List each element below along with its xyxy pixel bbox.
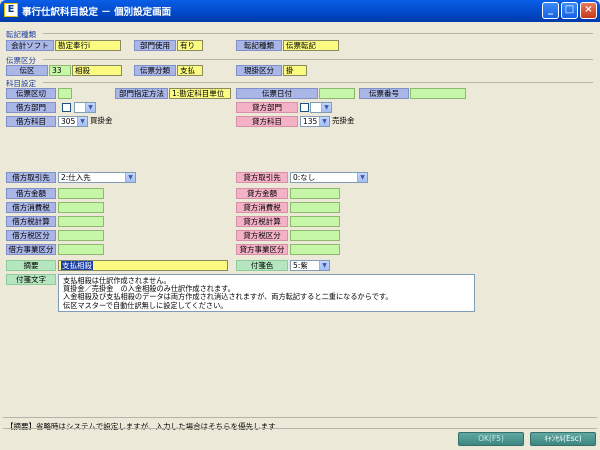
kari-jigyo-input[interactable] <box>58 244 104 255</box>
kari-bumon-checkbox[interactable] <box>62 103 71 112</box>
chevron-down-icon: ▼ <box>321 103 331 112</box>
kashi-zeikubun-label: 貸方税区分 <box>236 230 288 241</box>
kari-bumon-label: 借方部門 <box>6 102 56 113</box>
chevron-down-icon: ▼ <box>125 173 135 182</box>
status-message: 【摘要】省略時はシステムで設定しますが、入力した場合はそちらを優先します <box>6 422 276 431</box>
kari-kamoku-label: 借方科目 <box>6 116 56 127</box>
chevron-down-icon: ▼ <box>319 261 329 270</box>
kashi-zeikeisan-input[interactable] <box>290 216 340 227</box>
kashi-shohizei-input[interactable] <box>290 202 340 213</box>
kari-kamoku-select[interactable]: 305 ▼ <box>58 116 88 127</box>
kaikei-label: 会計ソフト <box>6 40 54 51</box>
shitei-value: 1:勘定科目単位 <box>169 88 231 99</box>
genkake-label: 現掛区分 <box>236 65 282 76</box>
kashi-kamoku-select[interactable]: 135 ▼ <box>300 116 330 127</box>
app-icon: E <box>4 3 18 17</box>
denku-code[interactable]: 33 <box>49 65 71 76</box>
bango-input[interactable] <box>410 88 466 99</box>
kari-torihiki-select[interactable]: 2:仕入先 ▼ <box>58 172 136 183</box>
memo-line: 伝区マスターで自動仕訳無しに設定してください。 <box>63 300 228 310</box>
kari-torihiki-label: 借方取引先 <box>6 172 56 183</box>
bango-label: 伝票番号 <box>359 88 409 99</box>
chevron-down-icon: ▼ <box>319 117 329 126</box>
fusen-label: 付箋色 <box>236 260 288 271</box>
status-divider <box>3 417 597 418</box>
kashi-kingaku-label: 貸方金額 <box>236 188 288 199</box>
kari-shohizei-input[interactable] <box>58 202 104 213</box>
client-area: 転記種類 会計ソフト 勘定奉行i 部門使用 有り 転記種類 伝票転記 伝票区分 … <box>3 22 597 447</box>
kugiri-input[interactable] <box>58 88 72 99</box>
kari-zeikubun-label: 借方税区分 <box>6 230 56 241</box>
kari-zeikeisan-label: 借方税計算 <box>6 216 56 227</box>
divider <box>3 428 597 429</box>
bunrui-label: 伝票分類 <box>134 65 176 76</box>
kashi-torihiki-select[interactable]: 0:なし ▼ <box>290 172 368 183</box>
divider <box>43 59 593 60</box>
tenki-label: 転記種類 <box>236 40 282 51</box>
kari-jigyo-label: 借方事業区分 <box>6 244 56 255</box>
divider <box>43 33 593 34</box>
denku-label: 伝区 <box>6 65 48 76</box>
close-button[interactable]: × <box>580 2 597 19</box>
fusen-select[interactable]: 5:紫 ▼ <box>290 260 330 271</box>
kari-kingaku-label: 借方金額 <box>6 188 56 199</box>
kashi-shohizei-label: 貸方消費税 <box>236 202 288 213</box>
kari-kingaku-input[interactable] <box>58 188 104 199</box>
chevron-down-icon: ▼ <box>357 173 367 182</box>
window-title: 事行仕訳科目設定 － 個別設定画面 <box>22 7 172 18</box>
hiduke-input[interactable] <box>319 88 355 99</box>
shitei-label: 部門指定方法 <box>115 88 168 99</box>
kashi-kamoku-code: 135 <box>303 117 318 126</box>
kashi-zeikeisan-label: 貸方税計算 <box>236 216 288 227</box>
kari-zeikeisan-input[interactable] <box>58 216 104 227</box>
ok-button[interactable]: OK(F5) <box>458 432 524 446</box>
kaikei-value: 勘定奉行i <box>55 40 121 51</box>
hiduke-label: 伝票日付 <box>236 88 318 99</box>
tekiyo-label: 摘要 <box>6 260 56 271</box>
kashi-bumon-checkbox[interactable] <box>300 103 309 112</box>
kari-shohizei-label: 借方消費税 <box>6 202 56 213</box>
cancel-button[interactable]: ｷｬﾝｾﾙ(Esc) <box>530 432 596 446</box>
kashi-kamoku-name: 売掛金 <box>332 116 355 125</box>
minimize-button[interactable]: _ <box>542 2 559 19</box>
kashi-bumon-select[interactable]: ▼ <box>310 102 332 113</box>
divider <box>43 82 593 83</box>
kashi-zeikubun-input[interactable] <box>290 230 340 241</box>
kashi-jigyo-input[interactable] <box>290 244 340 255</box>
fusen-value: 5:紫 <box>293 261 308 270</box>
fusen-moji-label: 付箋文字 <box>6 274 56 285</box>
denku-name: 相殺 <box>72 65 122 76</box>
kashi-jigyo-label: 貸方事業区分 <box>236 244 288 255</box>
kari-torihiki-value: 2:仕入先 <box>61 173 91 182</box>
section-tenki: 転記種類 <box>6 30 36 39</box>
bumon-value: 有り <box>177 40 203 51</box>
tekiyo-selected-text: 支払相殺 <box>61 261 93 270</box>
kashi-kingaku-input[interactable] <box>290 188 340 199</box>
kashi-kamoku-label: 貸方科目 <box>236 116 298 127</box>
kashi-bumon-label: 貸方部門 <box>236 102 298 113</box>
kari-bumon-select[interactable]: ▼ <box>74 102 96 113</box>
genkake-value: 掛 <box>283 65 307 76</box>
kashi-torihiki-value: 0:なし <box>293 173 316 182</box>
maximize-button[interactable]: □ <box>561 2 578 19</box>
kashi-torihiki-label: 貸方取引先 <box>236 172 288 183</box>
chevron-down-icon: ▼ <box>85 103 95 112</box>
kari-kamoku-code: 305 <box>61 117 76 126</box>
tekiyo-input[interactable]: 支払相殺 <box>58 260 228 271</box>
kari-zeikubun-input[interactable] <box>58 230 104 241</box>
kugiri-label: 伝票区切 <box>6 88 56 99</box>
bunrui-value: 支払 <box>177 65 203 76</box>
tenki-value: 伝票転記 <box>283 40 339 51</box>
bumon-label: 部門使用 <box>134 40 176 51</box>
kari-kamoku-name: 買掛金 <box>90 116 113 125</box>
fusen-moji-textarea[interactable]: 支払相殺は仕訳作成されません。 買掛金／売掛金 の入金相殺のみ仕訳作成されます。… <box>58 274 475 312</box>
chevron-down-icon: ▼ <box>77 117 87 126</box>
